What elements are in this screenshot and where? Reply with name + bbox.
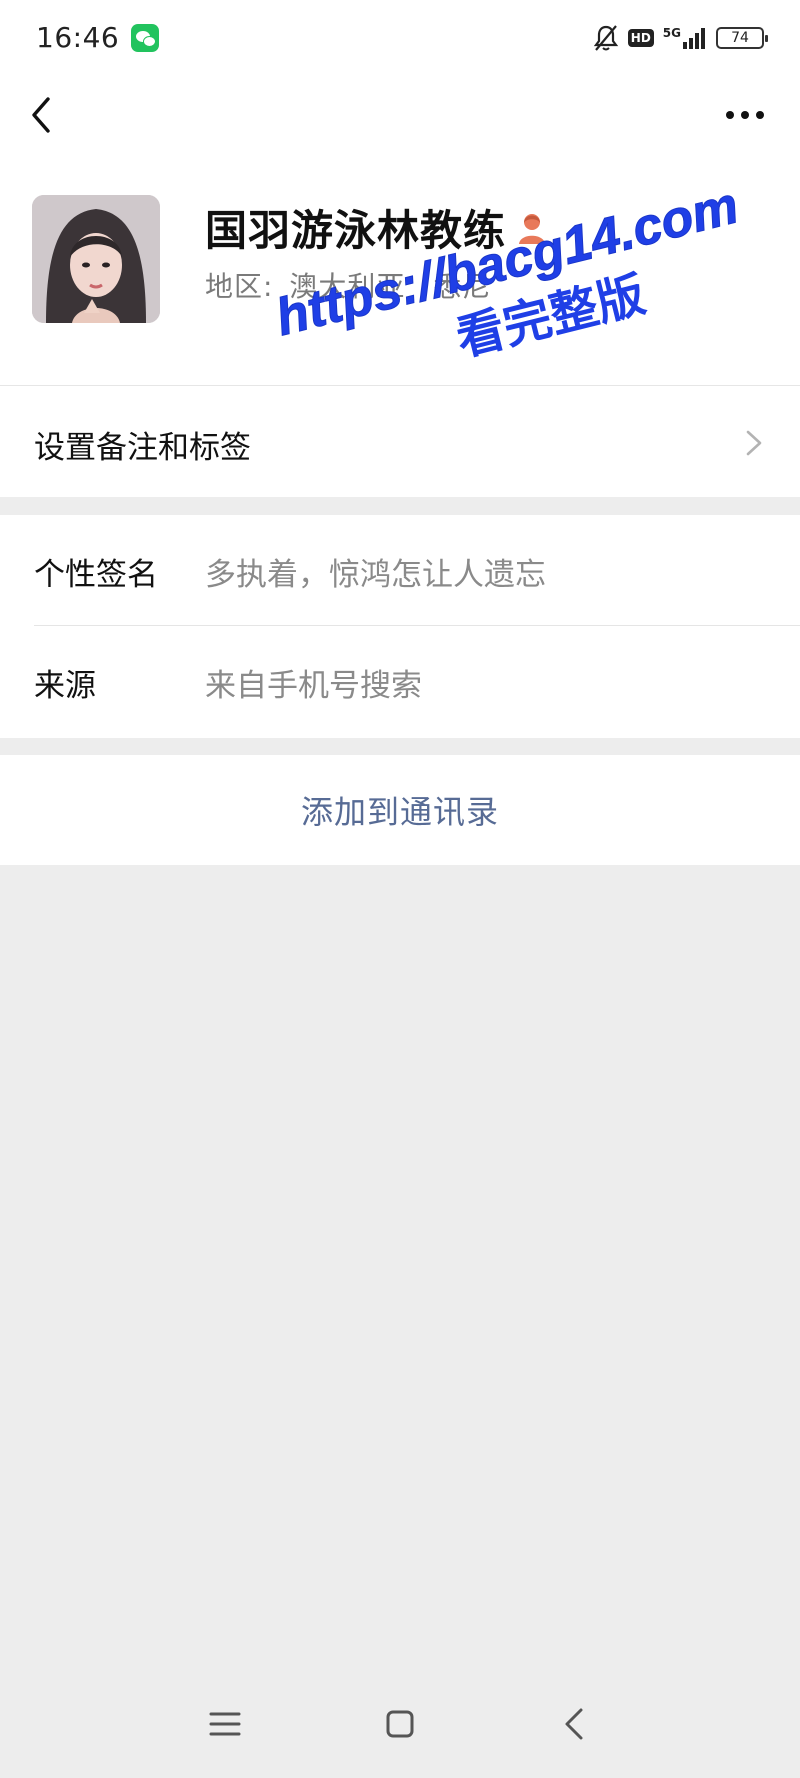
wechat-notification-icon xyxy=(131,23,160,52)
system-back-button[interactable] xyxy=(545,1694,605,1754)
battery-icon: 74 xyxy=(716,26,768,49)
source-label: 来源 xyxy=(34,668,96,704)
source-value: 来自手机号搜索 xyxy=(205,668,422,704)
status-bar: 16:46 HD 5G 74 xyxy=(0,0,800,75)
person-female-icon xyxy=(519,213,546,244)
contact-name: 国羽游泳林教练 xyxy=(205,206,507,255)
add-to-contacts-label: 添加到通讯录 xyxy=(300,793,499,831)
signal-icon: 5G xyxy=(663,27,707,49)
status-icons: HD 5G 74 xyxy=(593,24,768,52)
more-button[interactable] xyxy=(720,97,770,133)
network-label: 5G xyxy=(662,25,681,40)
menu-button[interactable] xyxy=(195,1694,255,1754)
profile-header: 国羽游泳林教练 地区: 澳大利亚 悉尼 xyxy=(0,155,800,385)
hd-icon: HD xyxy=(627,28,654,47)
home-button[interactable] xyxy=(370,1694,430,1754)
chevron-left-icon xyxy=(32,97,50,133)
signature-value: 多执着，惊鸿怎让人遗忘 xyxy=(205,557,546,593)
region-city: 悉尼 xyxy=(433,270,492,303)
region-label: 地区: xyxy=(205,270,274,303)
add-to-contacts-button[interactable]: 添加到通讯录 xyxy=(0,755,800,865)
top-nav-bar xyxy=(0,75,800,155)
signature-row: 个性签名 多执着，惊鸿怎让人遗忘 xyxy=(0,515,800,625)
name-row: 国羽游泳林教练 xyxy=(205,197,548,258)
avatar[interactable] xyxy=(32,195,160,323)
signature-label: 个性签名 xyxy=(34,557,158,593)
remark-label: 设置备注和标签 xyxy=(34,430,251,466)
set-remark-tags-row[interactable]: 设置备注和标签 xyxy=(0,385,800,497)
bell-muted-icon xyxy=(593,24,618,51)
chevron-right-icon xyxy=(746,430,762,456)
region-info: 地区: 澳大利亚 悉尼 xyxy=(205,265,497,305)
status-time: 16:46 xyxy=(36,21,120,54)
avatar-image xyxy=(32,195,160,323)
more-horizontal-icon xyxy=(726,111,764,119)
region-country: 澳大利亚 xyxy=(289,270,406,303)
source-row: 来源 来自手机号搜索 xyxy=(0,626,800,736)
contact-profile-page: 16:46 HD 5G 74 国羽游泳林教练 地区: 澳大利亚 悉尼 设置备注和… xyxy=(0,0,800,1778)
home-square-icon xyxy=(386,1710,414,1738)
back-arrow-icon xyxy=(565,1708,583,1740)
system-nav-bar xyxy=(0,1668,800,1778)
back-button[interactable] xyxy=(22,91,62,139)
menu-lines-icon xyxy=(209,1712,241,1736)
info-block: 个性签名 多执着，惊鸿怎让人遗忘 来源 来自手机号搜索 xyxy=(0,515,800,738)
